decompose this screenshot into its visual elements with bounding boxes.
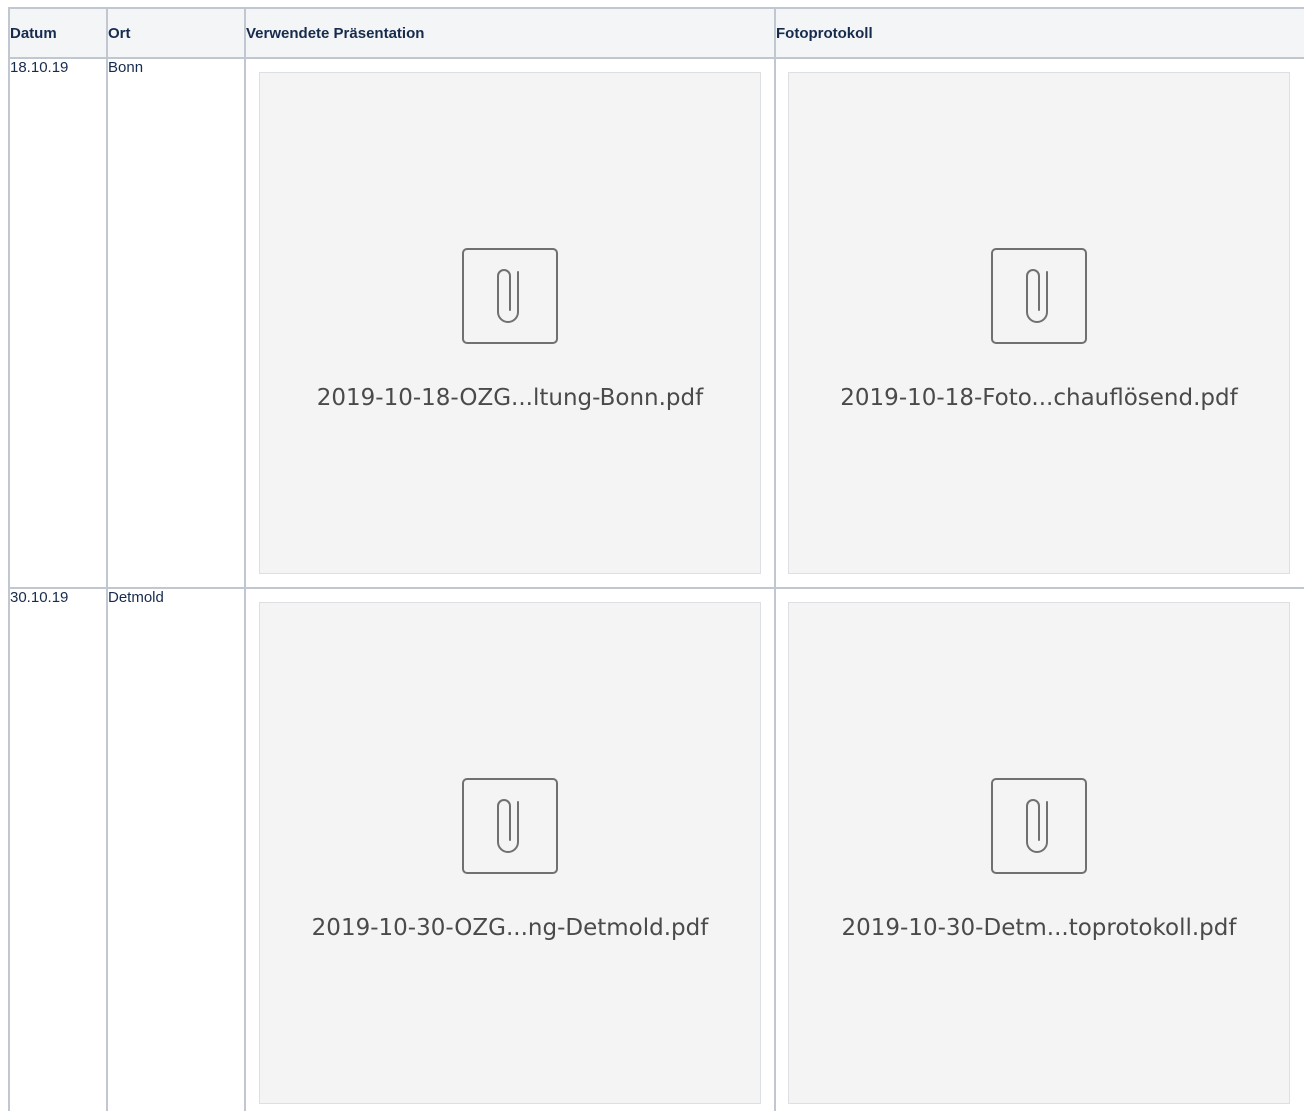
attachment-preview-card[interactable]: 2019-10-18-OZG...ltung-Bonn.pdf (259, 72, 761, 574)
attachment-table: Datum Ort Verwendete Präsentation Fotopr… (8, 7, 1304, 1111)
attachment-filename[interactable]: 2019-10-30-OZG...ng-Detmold.pdf (260, 915, 760, 941)
attachment-filename[interactable]: 2019-10-18-Foto...chauflösend.pdf (789, 385, 1289, 411)
cell-photo-protocol: 2019-10-30-Detm...toprotokoll.pdf (774, 587, 1304, 1111)
cell-datum: 30.10.19 (8, 587, 108, 1111)
cell-photo-protocol: 2019-10-18-Foto...chauflösend.pdf (774, 57, 1304, 589)
cell-datum: 18.10.19 (8, 57, 108, 589)
paperclip-icon (462, 248, 558, 344)
cell-presentation: 2019-10-30-OZG...ng-Detmold.pdf (244, 587, 776, 1111)
attachment-preview-card[interactable]: 2019-10-18-Foto...chauflösend.pdf (788, 72, 1290, 574)
paperclip-icon (462, 778, 558, 874)
header-ort[interactable]: Ort (106, 7, 246, 59)
header-presentation[interactable]: Verwendete Präsentation (244, 7, 776, 59)
attachment-preview-card[interactable]: 2019-10-30-Detm...toprotokoll.pdf (788, 602, 1290, 1104)
attachment-filename[interactable]: 2019-10-30-Detm...toprotokoll.pdf (789, 915, 1289, 941)
attachment-table-container: Datum Ort Verwendete Präsentation Fotopr… (8, 7, 1304, 1111)
paperclip-icon (991, 248, 1087, 344)
cell-presentation: 2019-10-18-OZG...ltung-Bonn.pdf (244, 57, 776, 589)
header-photo-protocol[interactable]: Fotoprotokoll (774, 7, 1304, 59)
table-header-row: Datum Ort Verwendete Präsentation Fotopr… (8, 7, 1304, 59)
table-row: 18.10.19 Bonn 2019-10-18-OZG...ltung-Bon… (8, 57, 1304, 589)
attachment-filename[interactable]: 2019-10-18-OZG...ltung-Bonn.pdf (260, 385, 760, 411)
table-row: 30.10.19 Detmold 2019-10-30-OZG...ng-Det… (8, 587, 1304, 1111)
attachment-preview-card[interactable]: 2019-10-30-OZG...ng-Detmold.pdf (259, 602, 761, 1104)
header-datum[interactable]: Datum (8, 7, 108, 59)
paperclip-icon (991, 778, 1087, 874)
cell-ort: Bonn (106, 57, 246, 589)
cell-ort: Detmold (106, 587, 246, 1111)
